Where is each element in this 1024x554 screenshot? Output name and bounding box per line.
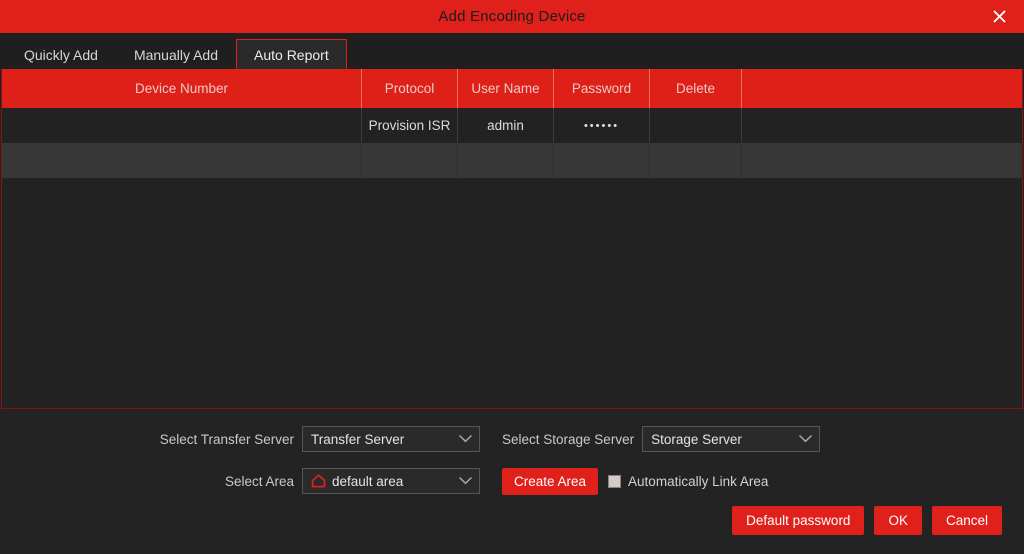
cell-user-name: admin	[458, 108, 554, 143]
title-bar: Add Encoding Device	[0, 0, 1024, 33]
cell-user-name	[458, 143, 554, 178]
tab-quickly-add[interactable]: Quickly Add	[6, 39, 116, 69]
column-header-password[interactable]: Password	[554, 69, 650, 108]
cancel-button[interactable]: Cancel	[931, 506, 1002, 535]
area-group: Select Area default area	[0, 468, 480, 494]
dialog-actions: Default password OK Cancel	[732, 506, 1002, 535]
column-header-spacer	[742, 69, 1022, 108]
column-header-device-number[interactable]: Device Number	[2, 69, 362, 108]
column-header-user-name[interactable]: User Name	[458, 69, 554, 108]
tab-bar: Quickly Add Manually Add Auto Report	[0, 33, 1024, 69]
cell-password: ••••••	[554, 108, 650, 143]
column-header-delete[interactable]: Delete	[650, 69, 742, 108]
automatically-link-area-checkbox[interactable]	[608, 474, 622, 488]
cell-spacer	[742, 143, 1022, 178]
area-row: Select Area default area Create Area Aut…	[0, 465, 1024, 497]
table-header-row: Device Number Protocol User Name Passwor…	[2, 69, 1022, 108]
cell-delete[interactable]	[650, 143, 742, 178]
cell-spacer	[742, 108, 1022, 143]
create-area-button[interactable]: Create Area	[502, 467, 599, 495]
table-row[interactable]: Provision ISR admin ••••••	[2, 108, 1022, 143]
chevron-down-icon	[458, 430, 473, 448]
cell-device-number	[2, 143, 362, 178]
cell-password	[554, 143, 650, 178]
area-select[interactable]: default area	[302, 468, 480, 494]
server-row: Select Transfer Server Transfer Server S…	[0, 423, 1024, 455]
storage-server-value: Storage Server	[651, 431, 742, 447]
automatically-link-area-label: Automatically Link Area	[628, 473, 769, 489]
add-encoding-device-dialog: Add Encoding Device Quickly Add Manually…	[0, 0, 1024, 554]
tab-auto-report[interactable]: Auto Report	[236, 39, 347, 69]
window-title: Add Encoding Device	[438, 8, 586, 25]
transfer-server-value: Transfer Server	[311, 431, 405, 447]
cell-protocol: Provision ISR	[362, 108, 458, 143]
home-icon	[311, 474, 326, 488]
column-header-protocol[interactable]: Protocol	[362, 69, 458, 108]
default-password-button[interactable]: Default password	[732, 506, 865, 535]
chevron-down-icon	[458, 472, 473, 490]
table-empty-area	[2, 178, 1022, 408]
storage-server-group: Select Storage Server Storage Server	[480, 426, 1024, 452]
create-area-group: Create Area Automatically Link Area	[480, 467, 1024, 495]
table-row[interactable]	[2, 143, 1022, 178]
bottom-panel: Select Transfer Server Transfer Server S…	[0, 409, 1024, 554]
storage-server-label: Select Storage Server	[502, 431, 635, 447]
cell-protocol	[362, 143, 458, 178]
tab-manually-add[interactable]: Manually Add	[116, 39, 236, 69]
area-label: Select Area	[224, 473, 294, 489]
cell-device-number	[2, 108, 362, 143]
device-table: Device Number Protocol User Name Passwor…	[1, 69, 1023, 409]
area-value: default area	[332, 473, 404, 489]
ok-button[interactable]: OK	[874, 506, 922, 535]
cell-delete[interactable]	[650, 108, 742, 143]
storage-server-select[interactable]: Storage Server	[642, 426, 821, 452]
chevron-down-icon	[798, 430, 813, 448]
transfer-server-select[interactable]: Transfer Server	[302, 426, 480, 452]
transfer-server-label: Select Transfer Server	[159, 431, 294, 447]
close-icon[interactable]	[982, 0, 1016, 33]
transfer-server-group: Select Transfer Server Transfer Server	[0, 426, 480, 452]
